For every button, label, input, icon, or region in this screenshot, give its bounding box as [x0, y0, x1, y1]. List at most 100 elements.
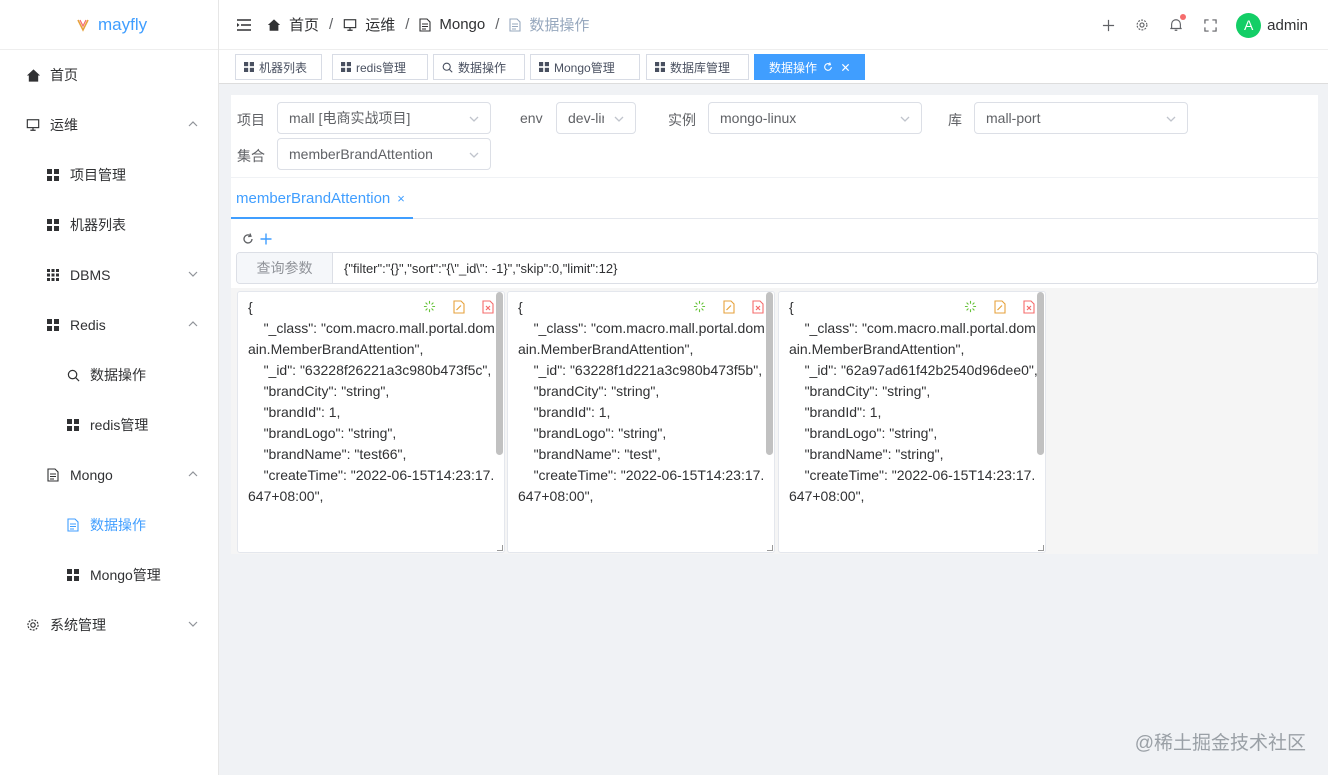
- magic-icon[interactable]: [693, 300, 706, 314]
- breadcrumb-item-ops[interactable]: 运维: [343, 14, 395, 35]
- collection-tabs: memberBrandAttention ×: [231, 178, 1318, 219]
- menu-toggle-icon[interactable]: [237, 18, 251, 32]
- breadcrumb-label: 数据操作: [529, 17, 590, 34]
- resize-handle[interactable]: [497, 545, 503, 551]
- document-json[interactable]: { "_class": "com.macro.mall.portal.domai…: [789, 297, 1039, 507]
- delete-icon[interactable]: [482, 300, 494, 314]
- edit-icon[interactable]: [453, 300, 465, 314]
- sidebar-item-label: 数据操作: [90, 367, 146, 383]
- edit-icon[interactable]: [994, 300, 1006, 314]
- card-actions: [676, 300, 764, 314]
- grid-icon: [45, 317, 61, 333]
- sidebar-item-home[interactable]: 首页: [0, 50, 219, 100]
- document-icon: [45, 467, 61, 483]
- document-json[interactable]: { "_class": "com.macro.mall.portal.domai…: [518, 297, 768, 507]
- fullscreen-icon[interactable]: [1202, 17, 1218, 33]
- watermark: @稀土掘金技术社区: [1134, 733, 1306, 754]
- query-params-value[interactable]: {"filter":"{}","sort":"{\"_id\": -1}","s…: [333, 253, 1317, 283]
- top-header: 首页 / 运维 / Mongo / 数据操作 A admin: [219, 0, 1328, 50]
- document-card[interactable]: { "_class": "com.macro.mall.portal.domai…: [778, 291, 1046, 553]
- tab-collection[interactable]: memberBrandAttention ×: [236, 190, 405, 207]
- sidebar-item-project-mgmt[interactable]: 项目管理: [0, 150, 219, 200]
- sidebar-item-system[interactable]: 系统管理: [0, 600, 219, 650]
- collection-select[interactable]: memberBrandAttention: [277, 138, 491, 170]
- sidebar-item-label: 数据操作: [90, 517, 146, 533]
- query-params-label: 查询参数: [237, 253, 333, 283]
- sidebar-item-label: 首页: [50, 67, 78, 83]
- sidebar-item-mongo[interactable]: Mongo: [0, 450, 219, 500]
- magic-icon[interactable]: [423, 300, 436, 314]
- delete-icon[interactable]: [752, 300, 764, 314]
- refresh-icon[interactable]: [242, 233, 254, 245]
- delete-icon[interactable]: [1023, 300, 1035, 314]
- env-select[interactable]: dev-linux: [556, 102, 636, 134]
- project-select[interactable]: mall [电商实战项目]: [277, 102, 491, 134]
- tab-label: memberBrandAttention: [236, 190, 391, 207]
- sidebar-item-label: 系统管理: [50, 617, 106, 633]
- breadcrumb-separator: /: [405, 16, 410, 33]
- edit-icon[interactable]: [723, 300, 735, 314]
- bell-icon[interactable]: [1168, 14, 1187, 33]
- tag-redis-data-ops[interactable]: 数据操作: [433, 54, 525, 80]
- refresh-icon[interactable]: [823, 62, 833, 72]
- home-icon: [25, 67, 41, 83]
- avatar[interactable]: A: [1236, 12, 1262, 38]
- breadcrumb-item-home[interactable]: 首页: [267, 14, 319, 35]
- sidebar-item-mongo-data-ops[interactable]: 数据操作: [0, 500, 219, 550]
- grid-icon: [65, 567, 81, 583]
- close-icon[interactable]: ×: [397, 191, 405, 206]
- tag-mongo-data-ops[interactable]: 数据操作: [754, 54, 865, 80]
- sidebar-item-ops[interactable]: 运维: [0, 100, 219, 150]
- tag-label: 数据操作: [769, 60, 818, 75]
- magic-icon[interactable]: [964, 300, 977, 314]
- query-params-input[interactable]: 查询参数 {"filter":"{}","sort":"{\"_id\": -1…: [236, 252, 1318, 284]
- tag-label: 机器列表: [259, 60, 308, 75]
- sidebar-item-redis[interactable]: Redis: [0, 300, 219, 350]
- resize-handle[interactable]: [767, 545, 773, 551]
- breadcrumb-separator: /: [329, 16, 334, 33]
- tag-machines[interactable]: 机器列表: [235, 54, 322, 80]
- env-label: env: [520, 110, 543, 126]
- breadcrumb-label: 首页: [289, 17, 320, 34]
- close-icon[interactable]: [841, 63, 850, 72]
- instance-label: 实例: [668, 112, 696, 128]
- collection-label: 集合: [237, 148, 265, 164]
- chevron-down-icon: [188, 271, 198, 277]
- instance-select[interactable]: mongo-linux: [708, 102, 922, 134]
- sidebar-item-redis-mgmt[interactable]: redis管理: [0, 400, 219, 450]
- sidebar-item-mongo-mgmt[interactable]: Mongo管理: [0, 550, 219, 600]
- sidebar-item-label: 运维: [50, 117, 78, 133]
- resize-handle[interactable]: [1038, 545, 1044, 551]
- document-icon: [65, 517, 81, 533]
- sidebar-item-redis-data-ops[interactable]: 数据操作: [0, 350, 219, 400]
- plus-icon[interactable]: [1100, 17, 1116, 33]
- sidebar-item-label: DBMS: [70, 267, 111, 283]
- document-card[interactable]: { "_class": "com.macro.mall.portal.domai…: [507, 291, 775, 553]
- grid-icon: [45, 267, 61, 283]
- logo[interactable]: mayfly: [0, 0, 218, 50]
- grid-icon: [65, 417, 81, 433]
- document-json[interactable]: { "_class": "com.macro.mall.portal.domai…: [248, 297, 498, 507]
- monitor-icon: [343, 18, 357, 31]
- sidebar-item-machines[interactable]: 机器列表: [0, 200, 219, 250]
- tag-redis-mgmt[interactable]: redis管理: [332, 54, 428, 80]
- plus-icon[interactable]: [260, 233, 272, 245]
- gear-icon[interactable]: [1134, 17, 1150, 33]
- sidebar-item-dbms[interactable]: DBMS: [0, 250, 219, 300]
- search-icon: [65, 367, 81, 383]
- grid-icon: [244, 62, 254, 72]
- scrollbar[interactable]: [496, 292, 503, 455]
- select-value: mall [电商实战项目]: [289, 110, 411, 126]
- db-select[interactable]: mall-port: [974, 102, 1188, 134]
- document-card[interactable]: { "_class": "com.macro.mall.portal.domai…: [237, 291, 505, 553]
- tag-db-mgmt[interactable]: 数据库管理: [646, 54, 749, 80]
- username[interactable]: admin: [1267, 17, 1308, 34]
- chevron-down-icon: [469, 152, 479, 158]
- sidebar-item-label: Mongo: [70, 467, 113, 483]
- scrollbar[interactable]: [1037, 292, 1044, 455]
- breadcrumb-item-current: 数据操作: [509, 14, 589, 35]
- tag-mongo-mgmt[interactable]: Mongo管理: [530, 54, 640, 80]
- header-actions: A admin: [1082, 0, 1308, 50]
- scrollbar[interactable]: [766, 292, 773, 455]
- breadcrumb-item-mongo[interactable]: Mongo: [419, 16, 485, 33]
